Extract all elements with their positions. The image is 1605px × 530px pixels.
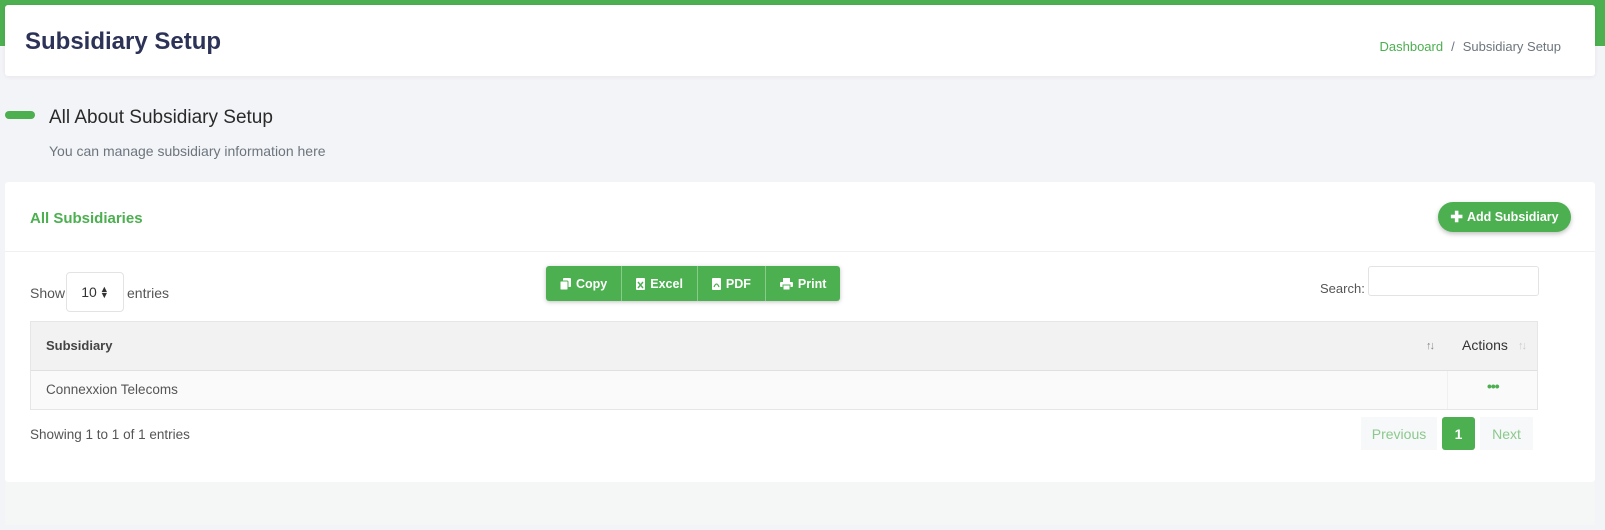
- more-actions-icon[interactable]: •••: [1487, 378, 1500, 394]
- show-label: Show: [30, 285, 66, 301]
- subsidiary-name-cell: Connexxion Telecoms: [46, 382, 178, 397]
- column-header-subsidiary[interactable]: Subsidiary: [46, 338, 112, 353]
- print-button[interactable]: Print: [765, 266, 841, 301]
- previous-page-button[interactable]: Previous: [1361, 417, 1437, 450]
- print-icon: [779, 277, 793, 290]
- table-header-row: Subsidiary ↑↓ Actions ↑↓: [31, 322, 1537, 371]
- print-label: Print: [797, 276, 827, 291]
- next-page-button[interactable]: Next: [1480, 417, 1533, 450]
- copy-label: Copy: [576, 276, 608, 291]
- breadcrumb-dashboard-link[interactable]: Dashboard: [1379, 39, 1443, 54]
- column-header-actions[interactable]: Actions: [1462, 337, 1508, 353]
- pdf-button[interactable]: PDF: [697, 266, 766, 301]
- subsidiaries-table: Subsidiary ↑↓ Actions ↑↓ Connexxion Tele…: [30, 321, 1538, 410]
- section-subtitle: You can manage subsidiary information he…: [49, 143, 326, 159]
- export-button-group: Copy Excel PDF Print: [546, 266, 841, 301]
- plus-icon: ✚: [1450, 208, 1463, 226]
- card-footer-area: [5, 482, 1595, 525]
- page-title: Subsidiary Setup: [25, 28, 222, 55]
- excel-label: Excel: [650, 276, 683, 291]
- pagination: Previous 1 Next: [1361, 417, 1533, 450]
- breadcrumb-current: Subsidiary Setup: [1462, 39, 1561, 54]
- breadcrumb-separator: /: [1451, 39, 1455, 54]
- pdf-file-icon: [711, 277, 721, 290]
- copy-icon: [560, 277, 571, 290]
- page-header: Subsidiary Setup Dashboard / Subsidiary Se…: [5, 5, 1595, 76]
- excel-button[interactable]: Excel: [622, 266, 698, 301]
- sort-icon[interactable]: ↑↓: [1518, 340, 1527, 352]
- table-row: Connexxion Telecoms •••: [31, 371, 1537, 409]
- page-length-select[interactable]: 10 ▲ ▼: [66, 272, 124, 312]
- search-input[interactable]: [1368, 266, 1539, 296]
- add-subsidiary-button[interactable]: ✚ Add Subsidiary: [1438, 202, 1571, 232]
- breadcrumb: Dashboard / Subsidiary Setup: [1379, 39, 1561, 54]
- add-subsidiary-label: Add Subsidiary: [1466, 210, 1559, 224]
- page-length-value: 10: [81, 284, 97, 300]
- sort-icon[interactable]: ↑↓: [1426, 340, 1435, 352]
- card-header: All Subsidiaries ✚ Add Subsidiary: [5, 182, 1595, 252]
- section-accent-pill: [5, 111, 35, 119]
- search-label: Search:: [1320, 281, 1365, 296]
- page-1-button[interactable]: 1: [1442, 417, 1475, 450]
- sort-arrows-icon: ▲ ▼: [99, 283, 109, 300]
- section-title: All About Subsidiary Setup: [49, 107, 273, 128]
- cell-divider: [1447, 371, 1448, 409]
- card-title: All Subsidiaries: [30, 210, 143, 227]
- table-info: Showing 1 to 1 of 1 entries: [30, 427, 190, 442]
- pdf-label: PDF: [725, 276, 751, 291]
- copy-button[interactable]: Copy: [546, 266, 623, 301]
- entries-label: entries: [127, 285, 170, 301]
- subsidiaries-card: All Subsidiaries ✚ Add Subsidiary Show 1…: [5, 182, 1595, 482]
- excel-file-icon: [636, 277, 646, 290]
